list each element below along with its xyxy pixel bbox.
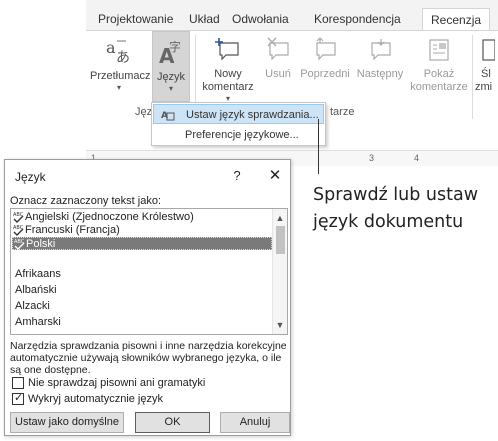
show-comments-label-line1: Pokaż	[423, 68, 455, 80]
checkbox-checked[interactable]: ✓	[12, 392, 24, 405]
menu-item-language-preferences[interactable]: Preferencje językowe...	[153, 125, 324, 145]
chevron-down-icon: ▾	[116, 83, 121, 92]
callout-line	[318, 119, 319, 174]
spellcheck-icon: ABC	[13, 211, 25, 224]
tab-korespondencja[interactable]: Korespondencja	[314, 12, 401, 26]
language-button[interactable]: A 字 Język ▾	[152, 31, 190, 102]
language-name: Alzacki	[15, 300, 50, 312]
language-listbox[interactable]: ABC Angielski (Zjednoczone Królestwo) AB…	[10, 208, 288, 335]
delete-comment-button[interactable]: Usuń	[260, 31, 296, 101]
ribbon-tabs: Projektowanie Układ Odwołania Koresponde…	[86, 8, 498, 31]
chevron-down-icon: ▾	[168, 84, 173, 93]
delete-label: Usuń	[265, 68, 291, 80]
ruler-mark: 3	[369, 153, 375, 163]
language-name: Francuski (Francja)	[25, 224, 120, 236]
tab-projektowanie[interactable]: Projektowanie	[98, 12, 173, 26]
previous-label: Poprzedni	[300, 68, 350, 80]
language-name: Amharski	[15, 316, 61, 328]
language-name: Albański	[15, 284, 57, 296]
close-button[interactable]: ✕	[267, 166, 283, 184]
group-label-comments: tarze	[330, 106, 355, 118]
translate-label: Przetłumacz	[90, 70, 151, 82]
listbox-scrollbar[interactable]: ▲ ▼	[272, 209, 287, 334]
list-item-language[interactable]: Afrikaans	[12, 268, 272, 281]
show-comments-button[interactable]: Pokaż komentarze	[408, 31, 470, 101]
new-comment-label-line1: Nowy	[214, 68, 242, 80]
callout-line2: język dokumentu	[313, 212, 464, 232]
next-comment-button[interactable]: Następny	[354, 31, 406, 101]
chevron-down-icon[interactable]: ▼	[273, 318, 287, 332]
language-menu: A Ustaw język sprawdzania... Preferencje…	[151, 102, 326, 146]
menu-item-set-proofing-language[interactable]: A Ustaw język sprawdzania...	[153, 104, 324, 124]
spellcheck-icon: ABC	[13, 224, 25, 237]
list-item-language[interactable]: Alzacki	[12, 300, 272, 313]
language-dialog: Język ? ✕ Oznacz zaznaczony tekst jako: …	[4, 159, 291, 436]
show-comments-label-line2: komentarze	[410, 81, 468, 93]
scrollbar-thumb[interactable]	[276, 226, 285, 254]
language-name: Afrikaans	[15, 268, 61, 280]
tab-uklad[interactable]: Układ	[189, 12, 220, 26]
auto-detect-label: Wykryj automatycznie język	[28, 393, 163, 405]
callout-text: Sprawdź lub ustaw język dokumentu	[313, 182, 478, 236]
callout-line1: Sprawdź lub ustaw	[313, 185, 479, 205]
checkmark-icon: ✓	[14, 392, 24, 404]
next-comment-icon	[354, 37, 406, 66]
next-label: Następny	[356, 68, 404, 80]
checkbox-unchecked[interactable]	[12, 377, 24, 389]
previous-comment-button[interactable]: Poprzedni	[298, 31, 352, 101]
previous-comment-icon	[298, 37, 352, 66]
list-item-language[interactable]: Albański	[12, 284, 272, 297]
track-changes-label-line2: zmi	[475, 81, 493, 93]
menu-item-label: Preferencje językowe...	[185, 129, 299, 141]
ok-button[interactable]: OK	[135, 412, 210, 433]
tab-recenzja[interactable]: Recenzja	[422, 8, 491, 31]
set-as-default-button[interactable]: Ustaw jako domyślne	[10, 412, 124, 433]
dialog-info-text: Narzędzia sprawdzania pisowni i inne nar…	[10, 340, 287, 376]
dialog-title: Język	[15, 170, 46, 184]
tab-odwolania[interactable]: Odwołania	[232, 12, 289, 26]
no-spellcheck-checkbox[interactable]: Nie sprawdzaj pisowni ani gramatyki	[12, 376, 212, 390]
no-spellcheck-label: Nie sprawdzaj pisowni ani gramatyki	[28, 377, 206, 389]
new-comment-label-line2: komentarz	[202, 81, 254, 93]
chevron-up-icon[interactable]: ▲	[273, 211, 287, 225]
new-comment-icon	[199, 37, 257, 66]
menu-item-label: Ustaw język sprawdzania...	[186, 109, 319, 121]
language-name: Angielski (Zjednoczone Królestwo)	[25, 211, 194, 223]
group-separator	[472, 35, 473, 119]
language-icon: A 字	[153, 38, 189, 69]
list-item-language[interactable]: ABC Francuski (Francja)	[12, 224, 272, 237]
auto-detect-checkbox[interactable]: ✓ Wykryj automatycznie język	[12, 392, 212, 406]
delete-comment-icon	[260, 37, 296, 66]
cancel-button[interactable]: Anuluj	[220, 412, 290, 433]
language-label: Język	[156, 71, 186, 83]
list-item-language-selected[interactable]: ABC Polski	[12, 237, 272, 250]
svg-text:あ: あ	[116, 50, 130, 65]
svg-text:a: a	[106, 38, 116, 57]
help-button[interactable]: ?	[230, 168, 244, 184]
translate-button[interactable]: a あ Przetłumacz ▾	[90, 31, 151, 101]
show-comments-icon	[408, 37, 470, 66]
new-comment-button[interactable]: Nowy komentarz ▾	[199, 31, 257, 103]
track-changes-icon	[481, 37, 498, 66]
svg-text:字: 字	[169, 39, 181, 54]
dialog-prompt: Oznacz zaznaczony tekst jako:	[10, 195, 162, 207]
translate-icon: a あ	[90, 37, 148, 68]
ruler-mark: 4	[414, 153, 420, 163]
list-item-language[interactable]: ABC Angielski (Zjednoczone Królestwo)	[12, 211, 272, 224]
list-item-language[interactable]: Amharski	[12, 316, 272, 329]
list-separator	[12, 250, 272, 263]
track-changes-label-line1: Śl	[481, 68, 491, 80]
track-changes-button[interactable]: Śl zmi	[475, 31, 498, 101]
